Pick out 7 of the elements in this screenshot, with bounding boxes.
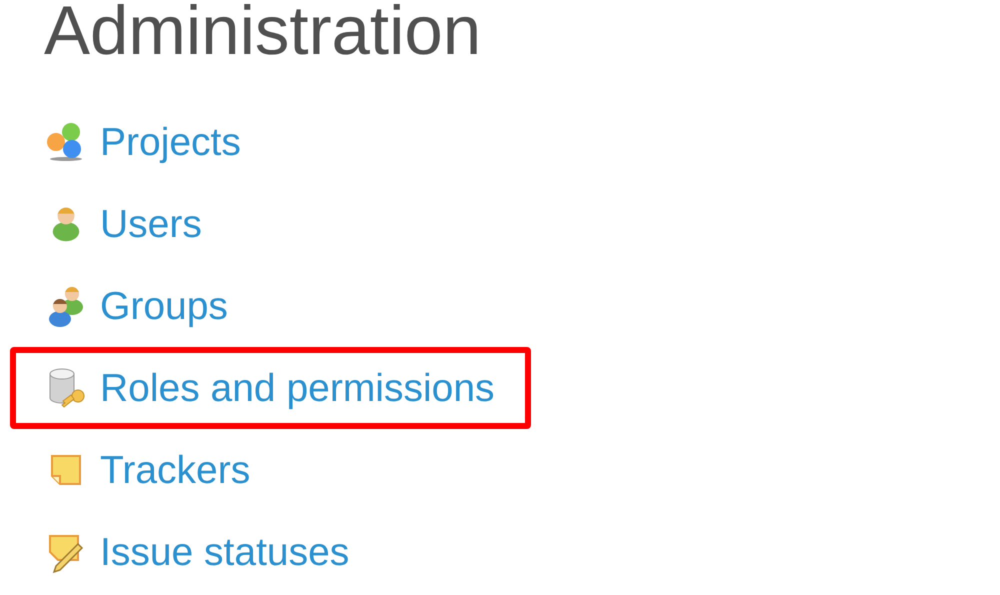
admin-link[interactable]: Roles and permissions [100, 368, 495, 408]
admin-link[interactable]: Trackers [100, 450, 250, 490]
admin-link[interactable]: Projects [100, 122, 241, 162]
admin-link[interactable]: Issue statuses [100, 532, 350, 572]
admin-link[interactable]: Users [100, 204, 202, 244]
page-title: Administration [44, 0, 482, 65]
admin-link[interactable]: Groups [100, 286, 228, 326]
